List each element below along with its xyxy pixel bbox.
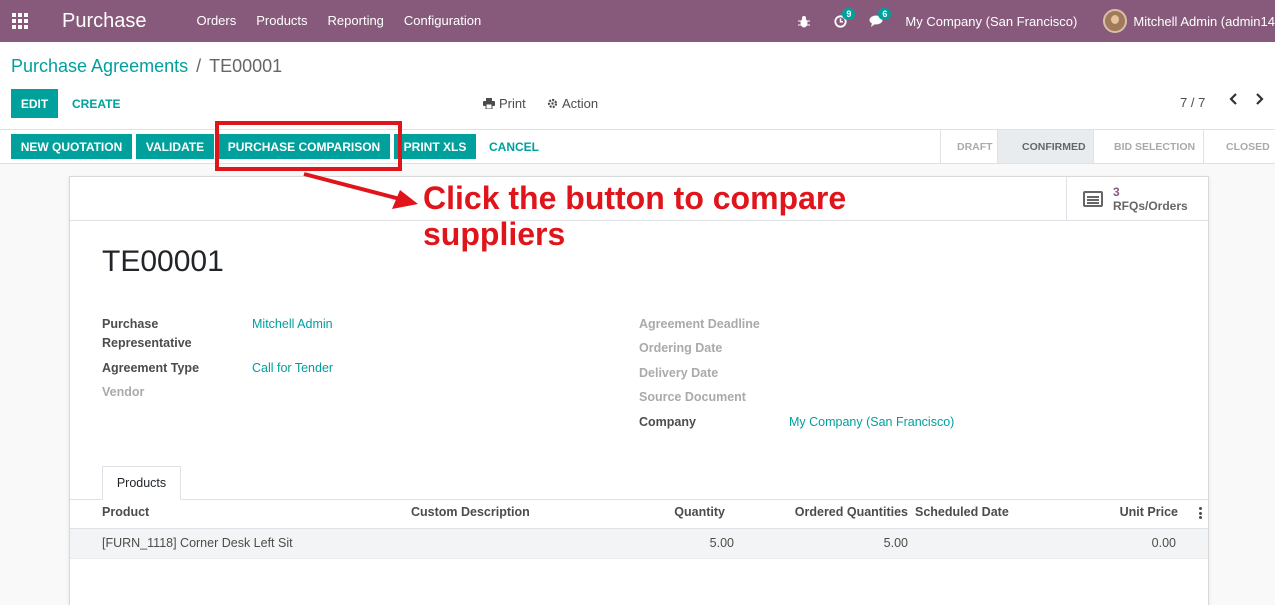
print-icon [483, 98, 495, 109]
annotation-text: Click the button to compare suppliers [423, 180, 847, 252]
breadcrumb-parent-link[interactable]: Purchase Agreements [11, 56, 188, 77]
delivery-date-label: Delivery Date [639, 366, 719, 380]
print-xls-button[interactable]: PRINT XLS [394, 134, 476, 159]
chevron-right-icon[interactable] [1255, 92, 1265, 111]
record-title: TE00001 [102, 245, 224, 278]
purchase-representative-value[interactable]: Mitchell Admin [252, 315, 333, 334]
tab-divider [70, 499, 1208, 500]
top-navbar: Purchase Orders Products Reporting Confi… [0, 0, 1275, 42]
column-unit-price[interactable]: Unit Price [1080, 505, 1178, 519]
purchase-comparison-button[interactable]: PURCHASE COMPARISON [218, 134, 390, 159]
rfqs-orders-smart-button[interactable]: 3 RFQs/Orders [1066, 177, 1208, 221]
purchase-representative-label: Purchase Representative [102, 317, 192, 350]
apps-menu-icon[interactable] [0, 0, 40, 42]
validate-button[interactable]: VALIDATE [136, 134, 214, 159]
agreement-deadline-label: Agreement Deadline [639, 317, 760, 331]
print-dropdown[interactable]: Print [483, 96, 526, 111]
main-menu: Orders Products Reporting Configuration [187, 0, 492, 42]
control-panel: Purchase Agreements / TE00001 EDIT CREAT… [0, 42, 1275, 130]
agreement-type-value[interactable]: Call for Tender [252, 359, 333, 378]
breadcrumb-separator: / [196, 56, 202, 76]
breadcrumb-current: TE00001 [209, 56, 283, 76]
column-custom-description[interactable]: Custom Description [411, 505, 530, 519]
user-menu[interactable]: Mitchell Admin (admin14 [1133, 14, 1275, 29]
rfqs-label: RFQs/Orders [1113, 199, 1188, 213]
row-product: [FURN_1118] Corner Desk Left Sit [102, 536, 293, 550]
tab-products[interactable]: Products [102, 466, 181, 500]
stage-pipeline: DRAFT CONFIRMED BID SELECTION CLOSED [940, 130, 1275, 163]
optional-columns-icon[interactable] [1199, 507, 1202, 519]
stage-closed[interactable]: CLOSED [1203, 130, 1275, 163]
create-button[interactable]: CREATE [64, 89, 128, 118]
menu-configuration[interactable]: Configuration [394, 0, 491, 42]
rfqs-count: 3 [1113, 185, 1120, 199]
pager-value[interactable]: 7 / 7 [1180, 95, 1205, 110]
list-icon [1083, 191, 1103, 207]
cancel-button[interactable]: CANCEL [480, 134, 548, 159]
new-quotation-button[interactable]: NEW QUOTATION [11, 134, 132, 159]
column-scheduled-date[interactable]: Scheduled Date [915, 505, 1009, 519]
messages-icon[interactable]: 6 [869, 8, 892, 28]
menu-orders[interactable]: Orders [187, 0, 247, 42]
stage-draft[interactable]: DRAFT [940, 130, 997, 163]
activity-count-badge: 9 [842, 8, 856, 20]
menu-products[interactable]: Products [246, 0, 317, 42]
user-avatar[interactable] [1103, 9, 1128, 33]
ordering-date-label: Ordering Date [639, 341, 723, 355]
menu-reporting[interactable]: Reporting [318, 0, 394, 42]
row-divider [70, 558, 1208, 559]
row-unit-price: 0.00 [1151, 536, 1176, 550]
app-brand-title[interactable]: Purchase [62, 10, 147, 33]
activity-clock-icon[interactable]: 9 [833, 8, 856, 28]
vendor-label: Vendor [102, 385, 145, 399]
breadcrumb: Purchase Agreements / TE00001 [11, 56, 282, 77]
column-product[interactable]: Product [102, 505, 149, 519]
source-document-label: Source Document [639, 390, 746, 404]
company-value[interactable]: My Company (San Francisco) [789, 413, 954, 432]
messages-count-badge: 6 [878, 8, 892, 20]
status-bar: NEW QUOTATION VALIDATE PURCHASE COMPARIS… [0, 130, 1275, 164]
annotation-arrow-icon [303, 172, 418, 209]
company-switcher[interactable]: My Company (San Francisco) [905, 14, 1077, 29]
print-label: Print [499, 96, 526, 111]
systray: 9 6 My Company (San Francisco) Mitchell … [797, 0, 1275, 42]
stage-bid-selection[interactable]: BID SELECTION [1093, 130, 1203, 163]
bug-icon[interactable] [797, 14, 811, 28]
gear-icon [547, 98, 558, 109]
column-quantity[interactable]: Quantity [630, 505, 725, 519]
column-ordered-quantities[interactable]: Ordered Quantities [780, 505, 908, 519]
chevron-left-icon[interactable] [1228, 92, 1238, 111]
action-label: Action [562, 96, 599, 111]
action-dropdown[interactable]: Action [547, 96, 598, 111]
row-quantity: 5.00 [709, 536, 734, 550]
agreement-type-label: Agreement Type [102, 361, 200, 375]
edit-button[interactable]: EDIT [11, 89, 58, 118]
company-label: Company [639, 415, 696, 429]
stage-confirmed[interactable]: CONFIRMED [997, 130, 1093, 163]
row-ordered-quantities: 5.00 [883, 536, 908, 550]
